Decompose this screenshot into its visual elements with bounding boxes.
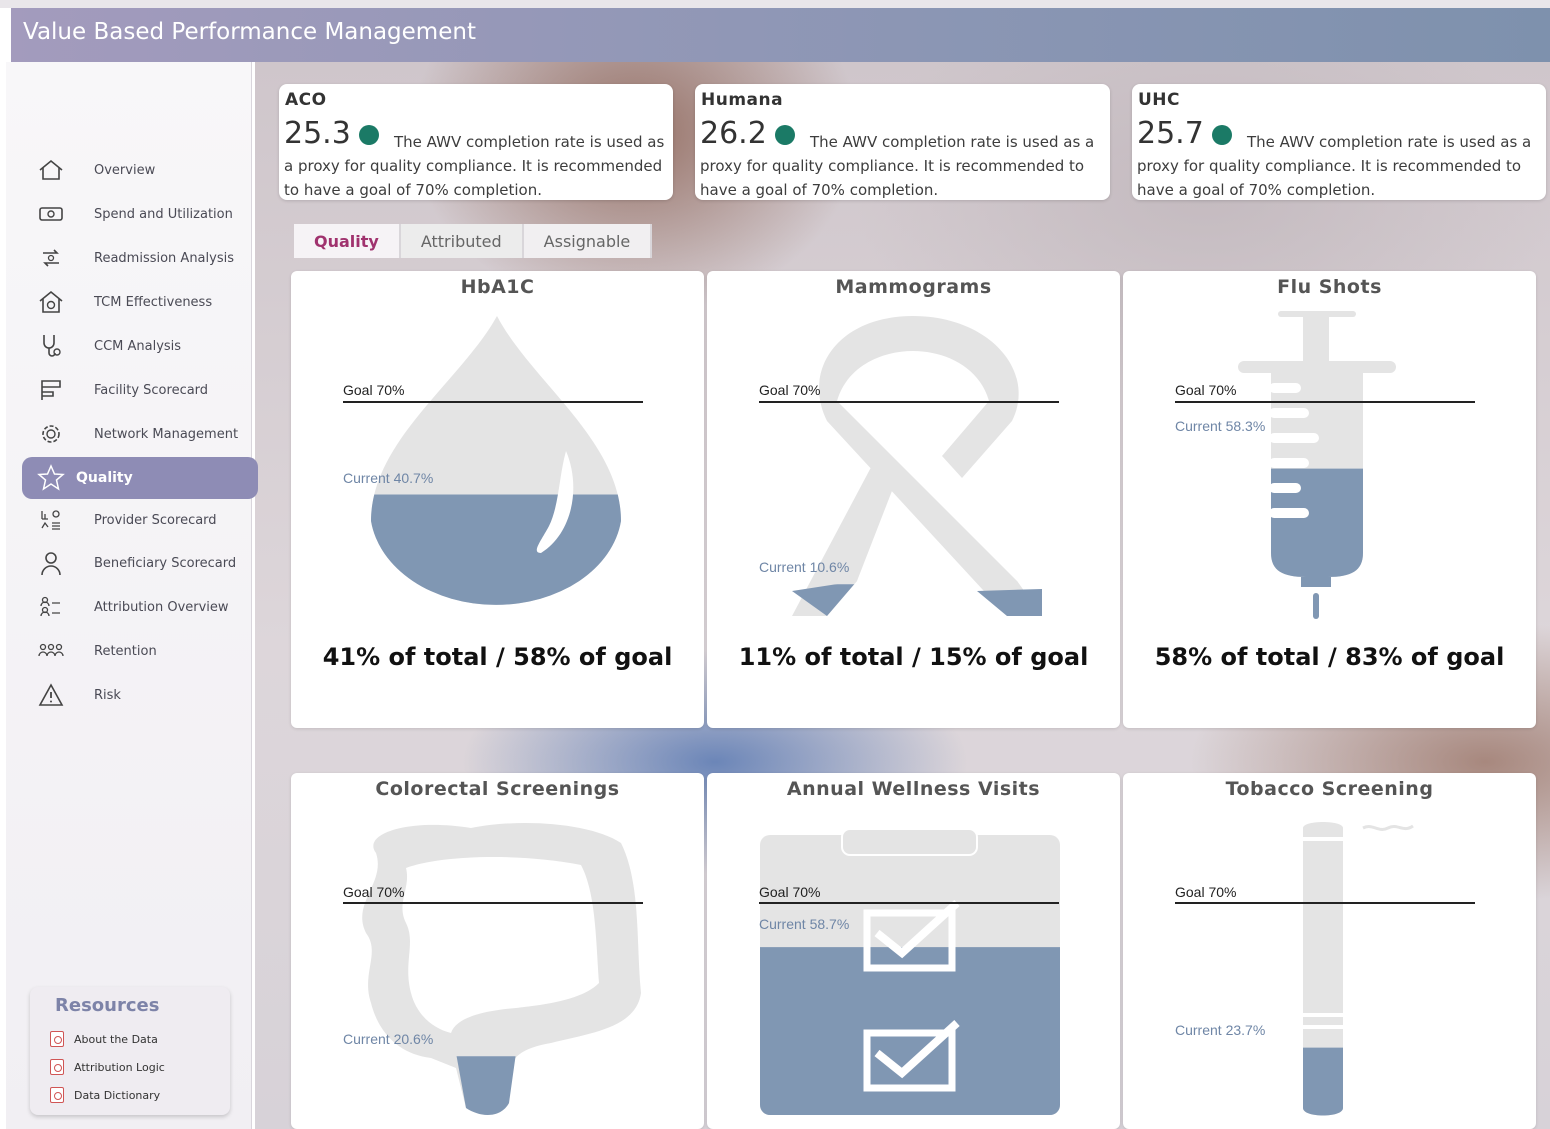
sidebar-item-label: Retention — [94, 643, 157, 659]
stethoscope-icon — [36, 331, 66, 361]
resource-link-about-data[interactable]: About the Data — [50, 1029, 158, 1049]
sidebar-item-label: Spend and Utilization — [94, 206, 233, 222]
kpi-name: ACO — [285, 90, 327, 110]
kpi-card-uhc: UHC 25.7 The AWV completion rate is used… — [1132, 84, 1546, 200]
kpi-description: The AWV completion rate is used as a pro… — [284, 133, 665, 199]
gear-icon — [36, 419, 66, 449]
tab-assignable[interactable]: Assignable — [523, 224, 653, 258]
current-label: Current 10.6% — [759, 559, 850, 575]
sidebar-item-label: Beneficiary Scorecard — [94, 555, 237, 571]
goal-label: Goal 70% — [1175, 382, 1237, 398]
warning-icon — [36, 680, 66, 710]
sidebar-item-beneficiary[interactable]: Beneficiary Scorecard — [22, 543, 258, 583]
sidebar-item-label: Readmission Analysis — [94, 250, 234, 266]
sidebar-item-label: Overview — [94, 162, 156, 178]
sidebar-item-network[interactable]: Network Management — [22, 414, 258, 454]
app-header: Value Based Performance Management — [11, 8, 1550, 62]
metric-card-flu-shots: Flu Shots Goal 70% Current 58.3% 58% of … — [1123, 271, 1536, 728]
sidebar-item-risk[interactable]: Risk — [22, 675, 258, 715]
people-icon — [36, 636, 66, 666]
goal-line — [343, 401, 643, 403]
goal-label: Goal 70% — [343, 382, 405, 398]
sidebar: Overview Spend and Utilization Readmissi… — [6, 62, 258, 1129]
attribution-icon — [36, 592, 66, 622]
person-icon — [36, 548, 66, 578]
app-title: Value Based Performance Management — [23, 19, 476, 45]
sidebar-item-label: Network Management — [94, 426, 239, 442]
sidebar-item-label: Risk — [94, 687, 121, 703]
sidebar-item-provider[interactable]: Provider Scorecard — [22, 500, 258, 540]
current-label: Current 20.6% — [343, 1031, 434, 1047]
metric-card-annual-wellness: Annual Wellness Visits Goal 70% Current … — [707, 773, 1120, 1129]
star-icon — [36, 463, 66, 493]
pdf-icon — [50, 1087, 64, 1103]
metric-summary: 41% of total / 58% of goal — [322, 643, 673, 671]
current-label: Current 58.3% — [1175, 418, 1266, 434]
sidebar-item-facility[interactable]: Facility Scorecard — [22, 370, 258, 410]
goal-line — [759, 401, 1059, 403]
tab-attributed[interactable]: Attributed — [400, 224, 524, 258]
current-label: Current 58.7% — [759, 916, 850, 932]
sidebar-item-readmission[interactable]: Readmission Analysis — [22, 238, 258, 278]
goal-label: Goal 70% — [759, 884, 821, 900]
sidebar-item-retention[interactable]: Retention — [22, 631, 258, 671]
metric-summary: 11% of total / 15% of goal — [738, 643, 1089, 671]
colon-icon — [362, 823, 641, 1115]
sidebar-item-spend[interactable]: Spend and Utilization — [22, 194, 258, 234]
metric-card-hba1c: HbA1C Goal 70% Current 40.7% 41% of tota… — [291, 271, 704, 728]
kpi-description: The AWV completion rate is used as a pro… — [700, 133, 1095, 199]
sidebar-item-quality[interactable]: Quality — [22, 457, 258, 499]
current-label: Current 40.7% — [343, 470, 434, 486]
house-gear-icon — [36, 287, 66, 317]
metric-card-colorectal: Colorectal Screenings Goal 70% Current 2… — [291, 773, 704, 1129]
kpi-card-humana: Humana 26.2 The AWV completion rate is u… — [695, 84, 1110, 200]
pdf-icon — [50, 1031, 64, 1047]
sidebar-item-overview[interactable]: Overview — [22, 150, 258, 190]
pdf-icon — [50, 1059, 64, 1075]
goal-label: Goal 70% — [759, 382, 821, 398]
kpi-description: The AWV completion rate is used as a pro… — [1137, 133, 1532, 199]
goal-line — [1175, 902, 1475, 904]
resource-link-data-dictionary[interactable]: Data Dictionary — [50, 1085, 160, 1105]
readmission-icon — [36, 243, 66, 273]
resources-panel: Resources About the Data Attribution Log… — [30, 987, 230, 1115]
metric-card-mammograms: Mammograms Goal 70% Current 10.6% 11% of… — [707, 271, 1120, 728]
sidebar-item-label: Facility Scorecard — [94, 382, 209, 398]
home-icon — [36, 155, 66, 185]
sidebar-item-label: Provider Scorecard — [94, 512, 217, 528]
sidebar-item-attribution[interactable]: Attribution Overview — [22, 587, 258, 627]
cigarette-icon — [1303, 822, 1414, 1116]
sidebar-item-label: CCM Analysis — [94, 338, 182, 354]
current-label: Current 23.7% — [1175, 1022, 1266, 1038]
facility-icon — [36, 375, 66, 405]
resource-link-attribution-logic[interactable]: Attribution Logic — [50, 1057, 165, 1077]
metric-summary: 58% of total / 83% of goal — [1154, 643, 1505, 671]
kpi-name: UHC — [1138, 90, 1181, 110]
scorecard-icon — [36, 505, 66, 535]
sidebar-item-label: Quality — [76, 470, 133, 486]
goal-label: Goal 70% — [343, 884, 405, 900]
goal-line — [1175, 401, 1475, 403]
money-icon — [36, 199, 66, 229]
resources-title: Resources — [55, 995, 160, 1016]
sidebar-item-label: Attribution Overview — [94, 599, 229, 615]
goal-label: Goal 70% — [1175, 884, 1237, 900]
goal-line — [759, 902, 1059, 904]
kpi-card-aco: ACO 25.3 The AWV completion rate is used… — [279, 84, 673, 200]
sidebar-item-tcm[interactable]: TCM Effectiveness — [22, 282, 258, 322]
metric-card-tobacco: Tobacco Screening Goal 70% Current 23.7% — [1123, 773, 1536, 1129]
view-tabs: Quality Attributed Assignable — [294, 224, 653, 258]
tab-quality[interactable]: Quality — [294, 224, 401, 258]
clipboard-icon — [760, 828, 1060, 1115]
top-strip — [0, 0, 1550, 8]
sidebar-item-ccm[interactable]: CCM Analysis — [22, 326, 258, 366]
kpi-name: Humana — [701, 90, 784, 110]
sidebar-item-label: TCM Effectiveness — [94, 294, 213, 310]
goal-line — [343, 902, 643, 904]
